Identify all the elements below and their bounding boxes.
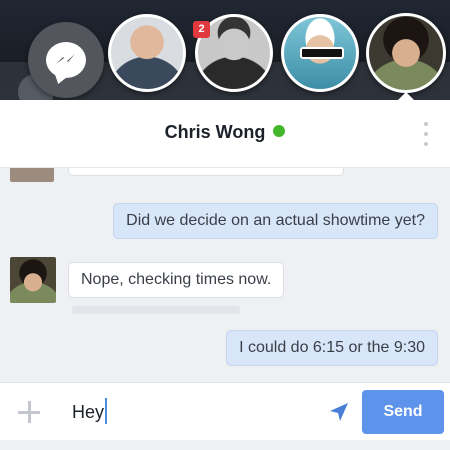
chat-panel: Chris Wong Did we decide on an actual sh… [0, 100, 450, 450]
message-incoming: Nope, checking times now. [68, 262, 285, 298]
send-button[interactable]: Send [362, 390, 444, 434]
chat-header: Chris Wong [0, 100, 450, 168]
online-status-dot [273, 125, 286, 137]
chat-head-contact-3[interactable] [281, 14, 359, 92]
chat-head-chris-wong[interactable] [366, 13, 446, 93]
message-input[interactable]: Hey [66, 395, 316, 429]
message-outgoing: I could do 6:15 or the 9:30 [226, 330, 438, 366]
more-options-icon[interactable] [422, 122, 430, 146]
contact-name[interactable]: Chris Wong [165, 122, 266, 142]
location-arrow-icon[interactable] [327, 400, 351, 424]
message-avatar-partial [10, 168, 54, 182]
sunglasses [300, 47, 344, 59]
chat-heads-bar: 2 [0, 10, 450, 98]
chat-head-contact-1[interactable] [108, 14, 186, 92]
panel-pointer [397, 92, 415, 101]
message-list[interactable]: Did we decide on an actual showtime yet?… [0, 168, 450, 382]
text-cursor [105, 398, 108, 424]
add-attachment-icon[interactable] [16, 399, 42, 425]
message-bubble-partial [68, 168, 344, 176]
unread-badge: 2 [193, 21, 210, 38]
message-input-text: Hey [72, 402, 105, 422]
bottom-edge [0, 440, 450, 450]
chat-head-messenger[interactable] [28, 22, 104, 98]
message-outgoing: Did we decide on an actual showtime yet? [113, 203, 438, 239]
messenger-icon [46, 42, 86, 78]
message-meta [72, 306, 240, 314]
chris-wong-avatar[interactable] [10, 257, 56, 303]
message-composer: Hey Send [0, 382, 450, 440]
